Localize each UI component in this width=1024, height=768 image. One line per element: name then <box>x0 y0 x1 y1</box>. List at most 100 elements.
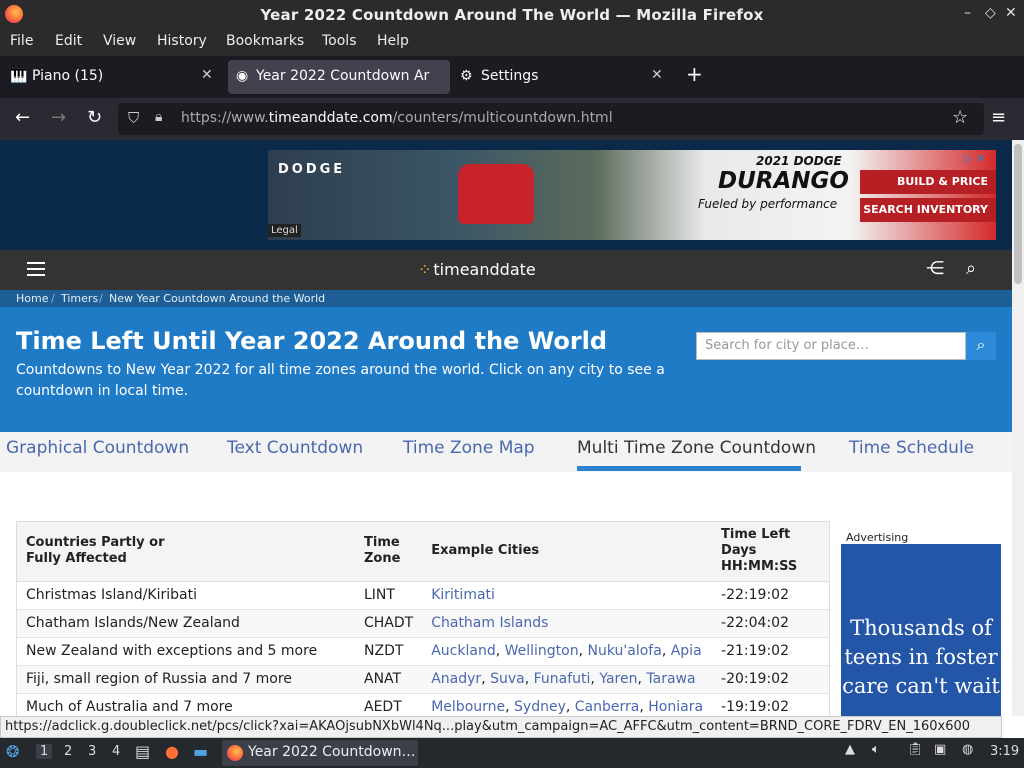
breadcrumb-timers[interactable]: Timers <box>61 292 98 305</box>
notification-icon[interactable]: ◍ <box>962 742 973 757</box>
menu-view[interactable]: View <box>103 33 136 49</box>
desktop-icon[interactable]: ▬ <box>193 742 208 761</box>
close-window-icon[interactable]: ✕ <box>1005 5 1017 21</box>
city-link[interactable]: Suva <box>490 671 525 687</box>
workspace-1[interactable]: 1 <box>36 744 53 759</box>
url-text[interactable]: https://www.timeanddate.com/counters/mul… <box>181 110 613 126</box>
nav-bar: ← → ↻ ⛉ 🔒︎ https://www.timeanddate.com/c… <box>0 98 1024 140</box>
close-tab-icon[interactable]: ✕ <box>201 67 213 83</box>
menu-edit[interactable]: Edit <box>55 33 82 49</box>
city-search-input[interactable]: Search for city or place… <box>696 332 966 360</box>
time-left-cell: -22:19:02 <box>712 581 829 610</box>
city-link[interactable]: Honiara <box>648 699 703 715</box>
firefox-launcher-icon[interactable]: ● <box>165 742 179 761</box>
tab-label: Piano (15) <box>32 68 104 84</box>
tab-multi-time-zone-countdown[interactable]: Multi Time Zone Countdown <box>577 438 816 458</box>
window-title: Year 2022 Countdown Around The World — M… <box>260 6 764 24</box>
page-scrollbar[interactable] <box>1012 140 1024 716</box>
site-header: ⁘ timeanddate ⋲ ⌕ <box>0 250 1012 290</box>
menu-bookmarks[interactable]: Bookmarks <box>226 33 304 49</box>
tab-label: Year 2022 Countdown Ar <box>256 68 430 84</box>
scrollbar-thumb[interactable] <box>1014 144 1022 284</box>
search-inventory-button[interactable]: SEARCH INVENTORY <box>860 198 996 222</box>
city-link[interactable]: Auckland <box>431 643 495 659</box>
tab-graphical-countdown[interactable]: Graphical Countdown <box>6 438 189 458</box>
city-link[interactable]: Canberra <box>575 699 640 715</box>
menu-help[interactable]: Help <box>377 33 409 49</box>
city-link[interactable]: Apia <box>671 643 702 659</box>
search-icon[interactable]: ⌕ <box>966 258 976 279</box>
ad-legal[interactable]: Legal <box>268 224 301 237</box>
city-link[interactable]: Yaren <box>599 671 637 687</box>
share-icon[interactable]: ⋲ <box>926 258 944 279</box>
ad-band: DODGE 2021 DODGE DURANGO Fueled by perfo… <box>0 140 1012 250</box>
restore-icon[interactable]: ◇ <box>985 5 996 21</box>
menu-tools[interactable]: Tools <box>322 33 357 49</box>
city-link[interactable]: Sydney <box>514 699 566 715</box>
foster-care-ad[interactable]: Thousands of teens in foster care can't … <box>841 544 1001 716</box>
city-link[interactable]: Wellington <box>505 643 579 659</box>
dodge-ad-banner[interactable]: DODGE 2021 DODGE DURANGO Fueled by perfo… <box>268 150 996 240</box>
new-tab-plus-icon[interactable]: + <box>686 62 703 86</box>
city-link[interactable]: Tarawa <box>646 671 695 687</box>
header-time-left: Time Left Days HH:MM:SS <box>712 522 829 582</box>
city-link[interactable]: Melbourne <box>431 699 505 715</box>
workspace-2[interactable]: 2 <box>64 744 72 759</box>
breadcrumb-home[interactable]: Home <box>16 292 48 305</box>
site-logo[interactable]: ⁘ timeanddate <box>418 260 536 279</box>
url-bar[interactable]: ⛉ 🔒︎ https://www.timeanddate.com/counter… <box>118 103 984 135</box>
forward-arrow-icon[interactable]: → <box>51 107 66 128</box>
build-price-button[interactable]: BUILD & PRICE <box>860 170 996 194</box>
bookmark-star-icon[interactable]: ☆ <box>952 107 968 128</box>
network-icon[interactable]: ▣ <box>934 742 946 757</box>
page-viewport: DODGE 2021 DODGE DURANGO Fueled by perfo… <box>0 140 1012 716</box>
status-link-url: https://adclick.g.doubleclick.net/pcs/cl… <box>0 716 1002 738</box>
firefox-icon <box>227 745 243 761</box>
back-arrow-icon[interactable]: ← <box>15 107 30 128</box>
timezone-cell: AEDT <box>355 693 423 716</box>
lock-icon[interactable]: 🔒︎ <box>155 109 162 125</box>
timezone-cell: NZDT <box>355 637 423 666</box>
menu-history[interactable]: History <box>157 33 207 49</box>
clock: 3:19 <box>990 744 1020 759</box>
active-tab-indicator <box>577 466 801 471</box>
file-manager-icon[interactable]: ▤ <box>135 742 150 761</box>
city-link[interactable]: Chatham Islands <box>431 615 548 631</box>
tab-piano[interactable]: 🎹 Piano (15) ✕ <box>0 60 224 94</box>
table-row: Chatham Islands/New Zealand CHADT Chatham … <box>17 609 829 638</box>
workspace-4[interactable]: 4 <box>112 744 120 759</box>
workspace-3[interactable]: 3 <box>88 744 96 759</box>
shield-icon[interactable]: ⛉ <box>128 109 139 127</box>
reload-icon[interactable]: ↻ <box>87 107 102 128</box>
tab-time-zone-map[interactable]: Time Zone Map <box>403 438 535 458</box>
menu-file[interactable]: File <box>10 33 33 49</box>
countdown-table: Countries Partly or Fully Affected Time Zo… <box>16 521 830 716</box>
header-example-cities: Example Cities <box>422 522 713 582</box>
city-link[interactable]: Kiritimati <box>431 587 495 603</box>
time-left-cell: -19:19:02 <box>712 693 829 716</box>
hamburger-menu-icon[interactable] <box>27 262 45 276</box>
page-description: Countdowns to New Year 2022 for all time… <box>16 362 665 399</box>
minimize-icon[interactable]: – <box>964 5 971 21</box>
start-menu-icon[interactable]: ❂ <box>6 742 19 761</box>
adchoices-icon[interactable]: ▷ ✕ <box>964 152 994 166</box>
taskbar-firefox-window[interactable]: Year 2022 Countdown… <box>222 740 418 766</box>
page-title: Time Left Until Year 2022 Around the Wor… <box>16 327 608 355</box>
car-image <box>458 164 534 224</box>
city-link[interactable]: Funafuti <box>534 671 591 687</box>
tab-text-countdown[interactable]: Text Countdown <box>227 438 363 458</box>
close-tab-icon[interactable]: ✕ <box>651 67 663 83</box>
tab-countdown[interactable]: ◉ Year 2022 Countdown Ar <box>228 60 450 94</box>
search-button-icon[interactable]: ⌕ <box>966 332 996 360</box>
volume-icon[interactable]: 🔈︎ <box>872 742 880 757</box>
city-link[interactable]: Nuku'alofa <box>588 643 662 659</box>
time-left-cell: -21:19:02 <box>712 637 829 666</box>
upload-icon[interactable]: ▲ <box>845 742 855 757</box>
tab-time-schedule[interactable]: Time Schedule <box>849 438 974 458</box>
clipboard-icon[interactable]: 📋︎ <box>907 742 924 757</box>
tab-settings[interactable]: ⚙ Settings ✕ <box>452 60 674 94</box>
ad-year: 2021 DODGE <box>756 154 842 168</box>
app-menu-icon[interactable]: ≡ <box>991 107 1006 128</box>
cities-cell: Anadyr, Suva, Funafuti, Yaren, Tarawa <box>422 665 713 694</box>
city-link[interactable]: Anadyr <box>431 671 481 687</box>
